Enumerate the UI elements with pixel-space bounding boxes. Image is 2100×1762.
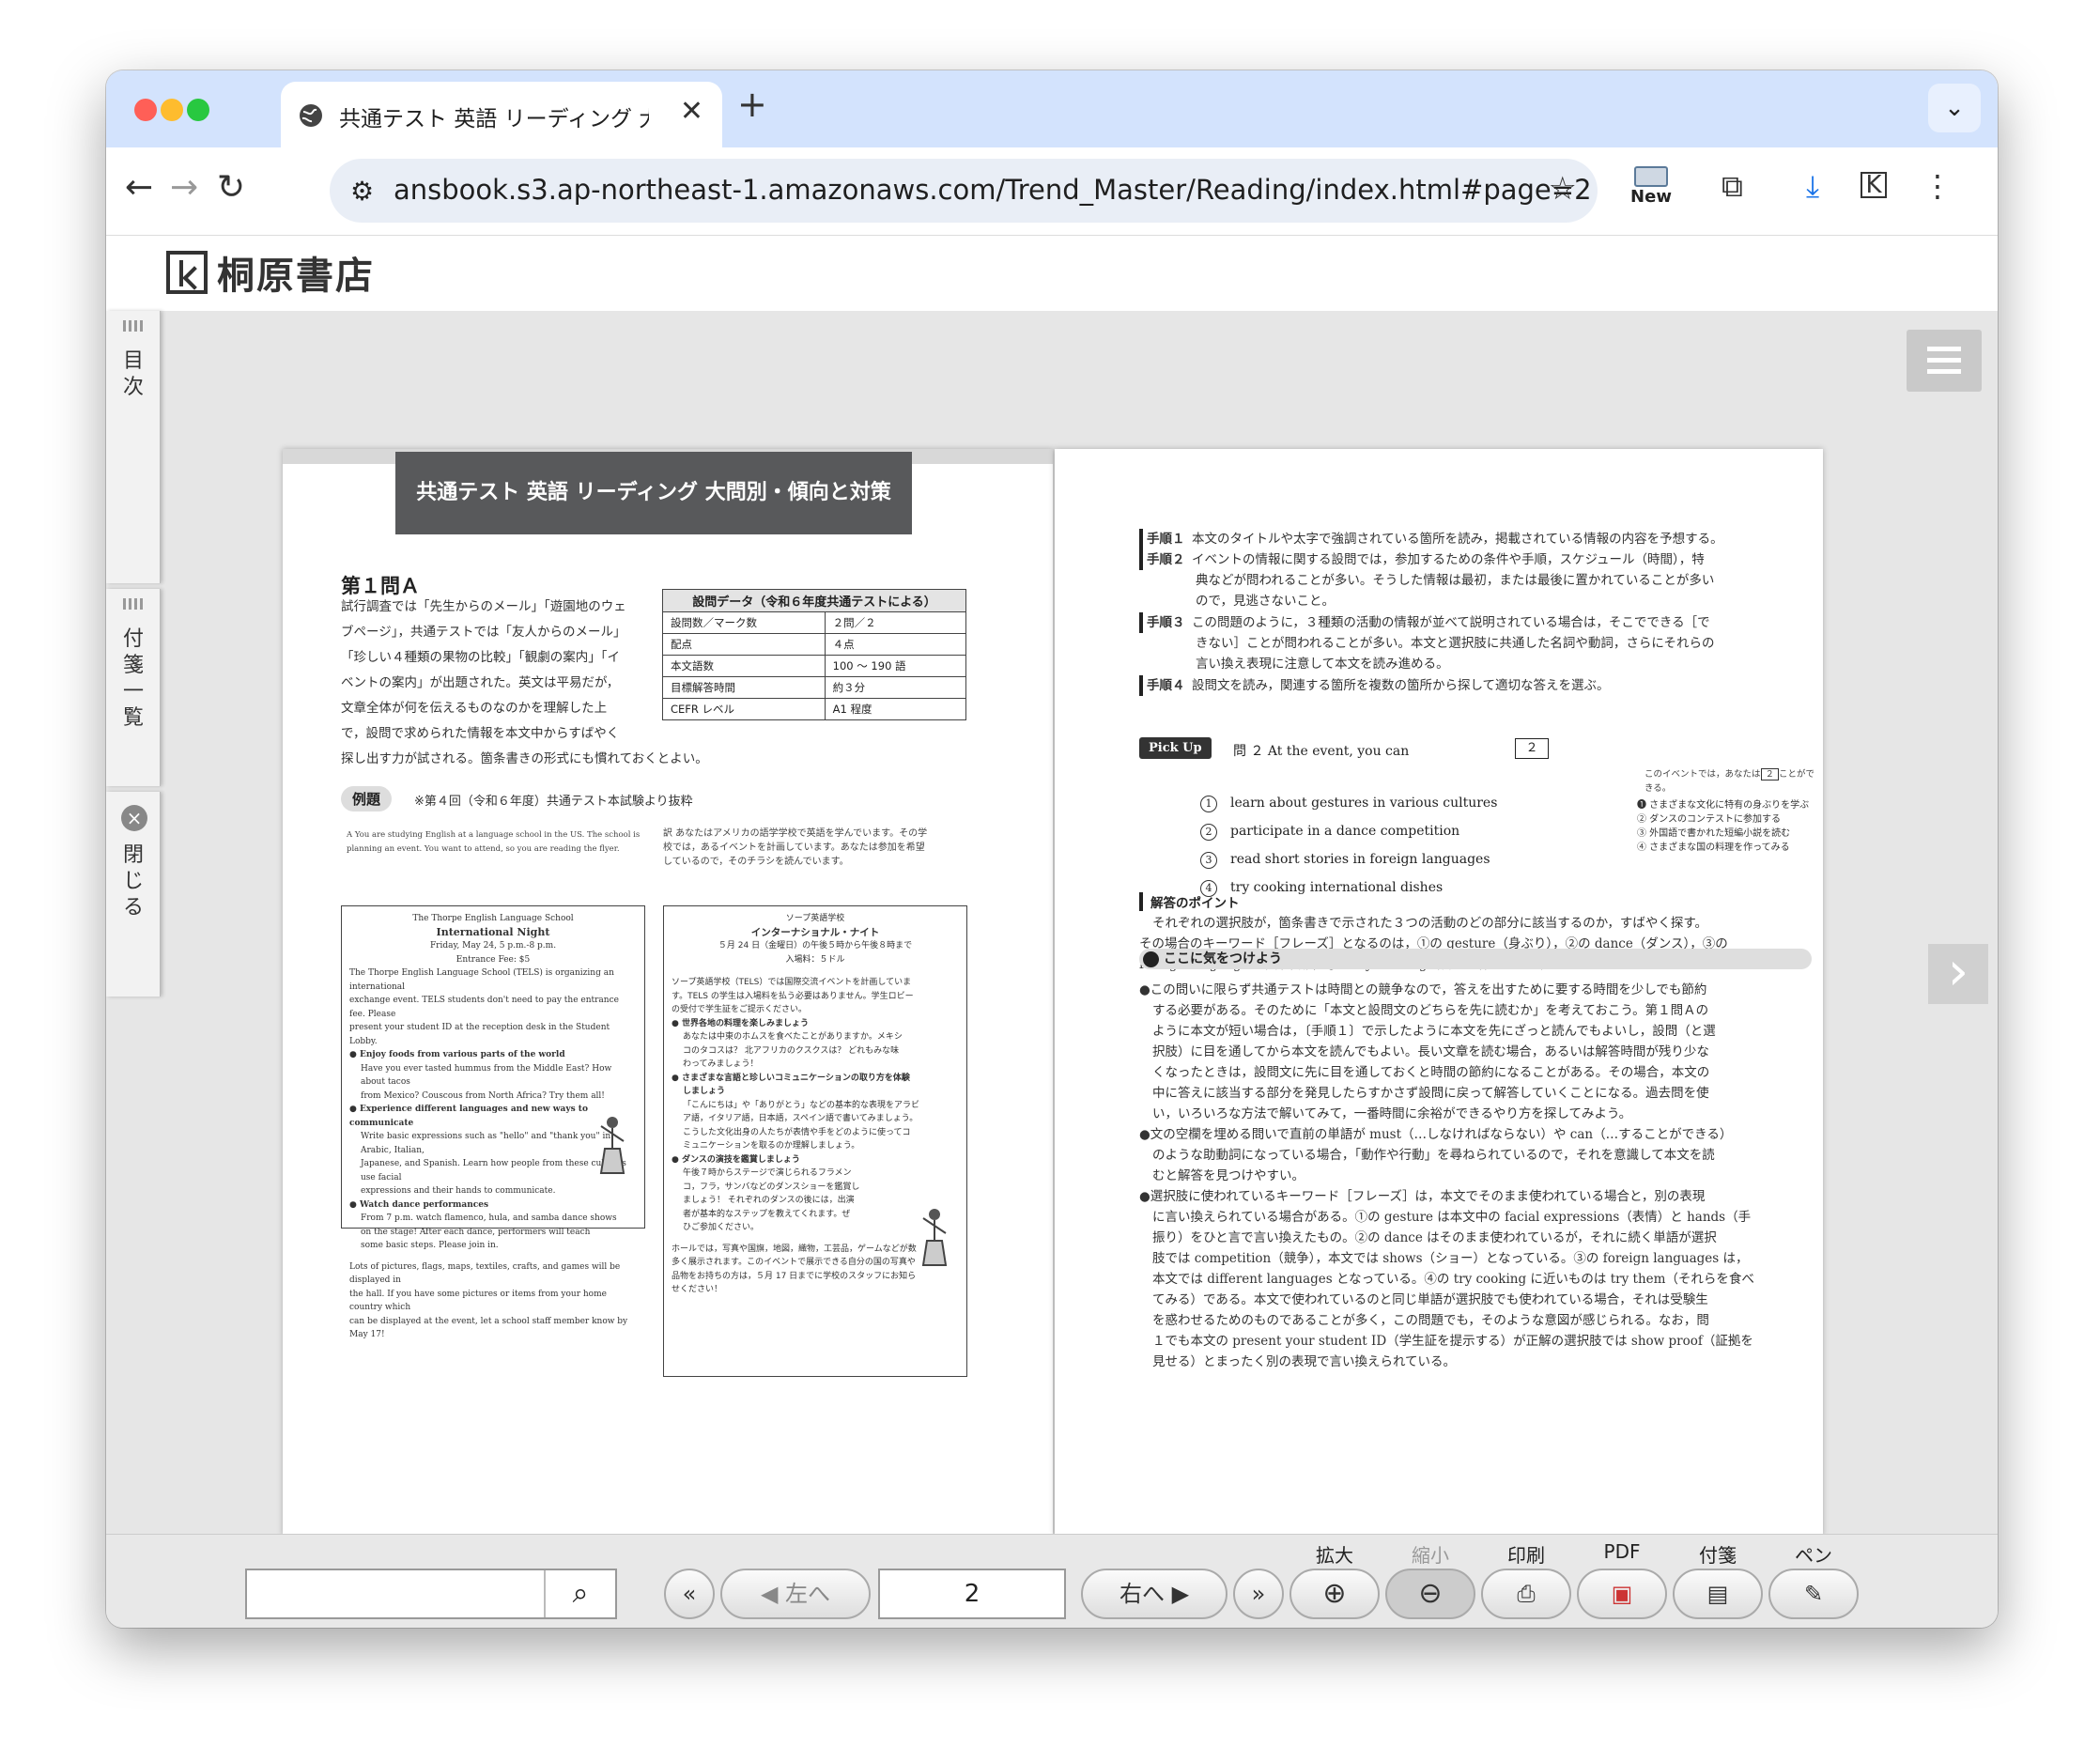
display-icon [1634, 166, 1668, 187]
sidebar-sticky-tab[interactable]: 付箋一覧 [106, 589, 161, 786]
answer-box: ２ [1515, 738, 1549, 759]
intro-paragraph: 試行調査では「先生からのメール」「遊園地のウェ ブページ」，共通テストでは「友人か… [341, 599, 708, 766]
dancer-illustration-icon [599, 1117, 625, 1174]
book-viewer: 目次 付箋一覧 × 閉じる 共通テスト 英語 リーディング 大問別・傾向と対策 … [106, 311, 1998, 1536]
close-label: 閉じる [122, 843, 144, 920]
caution-heading: ここに気をつけよう [1139, 949, 1812, 969]
point-heading: 解答のポイント [1139, 892, 1240, 911]
table-row: CEFR レベル A1 程度 [662, 698, 967, 720]
toc-label: 目次 [122, 349, 144, 399]
option-3: 3 read short stories in foreign languages [1200, 852, 1490, 869]
viewer-controls: ⌕ « ◀ 左へ 2 右へ ▶ » 拡大 ⊕ 縮小 ⊖ 印刷 ⎙ PDF ▣ 付… [106, 1534, 1998, 1628]
pen-label: ペン [1795, 1544, 1832, 1567]
search-input[interactable]: ⌕ [245, 1569, 617, 1619]
option-1: 1 learn about gestures in various culture… [1200, 796, 1497, 812]
new-feature-button[interactable]: New [1628, 166, 1675, 207]
forward-button[interactable]: → [170, 168, 198, 207]
browser-toolbar: ← → ↻ ⚙ ansbook.s3.ap-northeast-1.amazon… [106, 147, 1998, 236]
left-page: 共通テスト 英語 リーディング 大問別・傾向と対策 第１問Ａ 試行調査では「先生… [283, 449, 1053, 1536]
url-text[interactable]: ansbook.s3.ap-northeast-1.amazonaws.com/… [394, 174, 1592, 206]
zoom-out-label: 縮小 [1412, 1544, 1449, 1567]
option-2: 2 participate in a dance competition [1200, 824, 1459, 841]
print-label: 印刷 [1507, 1544, 1545, 1567]
grip-icon [123, 320, 146, 332]
step-1: 手順１ 本文のタイトルや太字で強調されている箇所を読み，掲載されている情報の内容を… [1139, 529, 1723, 549]
pdf-label: PDF [1603, 1540, 1641, 1563]
close-tab-icon[interactable]: ✕ [680, 95, 703, 128]
page-title: 共通テスト 英語 リーディング 大問別・傾向と対策 [395, 452, 912, 534]
globe-icon [300, 104, 322, 127]
table-row: 配点 ４点 [662, 633, 967, 656]
japanese-lead: 訳 あなたはアメリカの語学学校で英語を学んでいます。その学 校では，あるイベントを… [663, 828, 928, 867]
table-header: 設問データ（令和６年度共通テストによる） [662, 589, 966, 612]
minimize-window-button[interactable] [161, 99, 183, 121]
brand-name: 桐原書店 [217, 255, 375, 298]
sticky-list-label: 付箋一覧 [122, 627, 144, 730]
step-3: 手順３ この問題のように，３種類の活動の情報が並べて説明されている場合は，そこでで… [1139, 612, 1715, 674]
tab-title: 共通テスト 英語 リーディング 大 [339, 107, 649, 131]
site-info-icon[interactable]: ⚙ [350, 176, 374, 207]
grip-icon [123, 598, 146, 610]
publisher-logo: 桐原書店 [166, 249, 375, 298]
browser-tab[interactable]: 共通テスト 英語 リーディング 大 ✕ [281, 82, 722, 149]
sticky-label: 付箋 [1699, 1544, 1737, 1567]
pdf-button[interactable]: ▣ [1577, 1569, 1667, 1619]
zoom-in-button[interactable]: ⊕ [1289, 1569, 1380, 1619]
pickup-badge: Pick Up [1139, 737, 1212, 759]
caution-text: ●この問いに限らず共通テストは時間との競争なので，答えを出すために要する時間を少… [1139, 982, 1754, 1369]
next-page-arrow[interactable]: › [1928, 944, 1988, 1004]
sticky-note-button[interactable]: ▤ [1673, 1569, 1763, 1619]
print-button[interactable]: ⎙ [1481, 1569, 1571, 1619]
pen-button[interactable]: ✎ [1768, 1569, 1859, 1619]
zoom-out-button[interactable]: ⊖ [1385, 1569, 1475, 1619]
zoom-in-label: 拡大 [1316, 1544, 1353, 1567]
japanese-options: ❶ さまざまな文化に特有の身ぶりを学ぶ ② ダンスのコンテストに参加する ③ 外国語… [1637, 800, 1810, 853]
tab-bar: 共通テスト 英語 リーディング 大 ✕ + ⌄ [106, 70, 1998, 149]
logo-mark-icon [166, 251, 208, 294]
example-note: ※第４回（令和６年度）共通テスト本試験より抜粋 [414, 795, 693, 809]
english-lead: A You are studying English at a language… [347, 830, 641, 854]
address-bar[interactable]: ⚙ ansbook.s3.ap-northeast-1.amazonaws.co… [330, 159, 1598, 223]
question-data-table: 設問データ（令和６年度共通テストによる） 設問数／マーク数 ２問／２ 配点 ４点 本… [662, 589, 967, 720]
example-badge: 例題 [341, 786, 393, 811]
sidebar-close-tab[interactable]: × 閉じる [106, 792, 161, 997]
last-page-button[interactable]: » [1233, 1569, 1284, 1619]
sidebar-toc-tab[interactable]: 目次 [106, 311, 161, 583]
more-menu-icon[interactable]: ⋮ [1922, 168, 1953, 204]
download-icon[interactable]: ⤓ [1806, 168, 1819, 205]
table-row: 設問数／マーク数 ２問／２ [662, 611, 967, 634]
search-icon[interactable]: ⌕ [544, 1570, 615, 1617]
hamburger-menu-button[interactable] [1907, 330, 1982, 392]
table-row: 本文語数 100 ～ 190 語 [662, 655, 967, 677]
question-text: 問 ２ At the event, you can [1233, 744, 1410, 759]
zoom-window-button[interactable] [187, 99, 209, 121]
japanese-flyer: ソープ英語学校 インターナショナル・ナイト ５月 24 日（金曜日）の午後５時か… [663, 905, 967, 1377]
right-page: 手順１ 本文のタイトルや太字で強調されている箇所を読み，掲載されている情報の内容を… [1055, 449, 1823, 1536]
prev-page-button[interactable]: ◀ 左へ [720, 1569, 871, 1619]
reload-button[interactable]: ↻ [217, 168, 245, 207]
step-4: 手順４ 設問文を読み，関連する箇所を複数の箇所から探して適切な答えを選ぶ。 [1139, 675, 1610, 696]
site-header: 桐原書店 [106, 236, 1998, 311]
page-number-input[interactable]: 2 [878, 1569, 1066, 1619]
close-window-button[interactable] [134, 99, 157, 121]
browser-window: 共通テスト 英語 リーディング 大 ✕ + ⌄ ← → ↻ ⚙ ansbook.… [106, 70, 1998, 1628]
back-button[interactable]: ← [125, 168, 153, 207]
new-tab-button[interactable]: + [737, 84, 767, 125]
extensions-puzzle-icon[interactable]: ⧉ [1722, 168, 1743, 205]
english-flyer: The Thorpe English Language School Inter… [341, 905, 645, 1339]
bookmark-star-icon[interactable]: ☆ [1549, 170, 1577, 208]
japanese-question: このイベントでは，あなたは ２ ことができる。 [1644, 768, 1815, 794]
step-2: 手順２ イベントの情報に関する設問では，参加するための条件や手順，スケジュール（時… [1139, 549, 1714, 611]
dancer-illustration-icon [921, 1209, 948, 1266]
next-page-button[interactable]: 右へ ▶ [1081, 1569, 1228, 1619]
first-page-button[interactable]: « [664, 1569, 715, 1619]
pencil-icon [1143, 951, 1159, 967]
kirihara-extension-icon[interactable]: K [1861, 172, 1887, 198]
close-circle-icon: × [121, 805, 147, 831]
new-label: New [1630, 187, 1672, 207]
table-row: 目標解答時間 約３分 [662, 676, 967, 699]
tab-search-button[interactable]: ⌄ [1928, 84, 1981, 132]
